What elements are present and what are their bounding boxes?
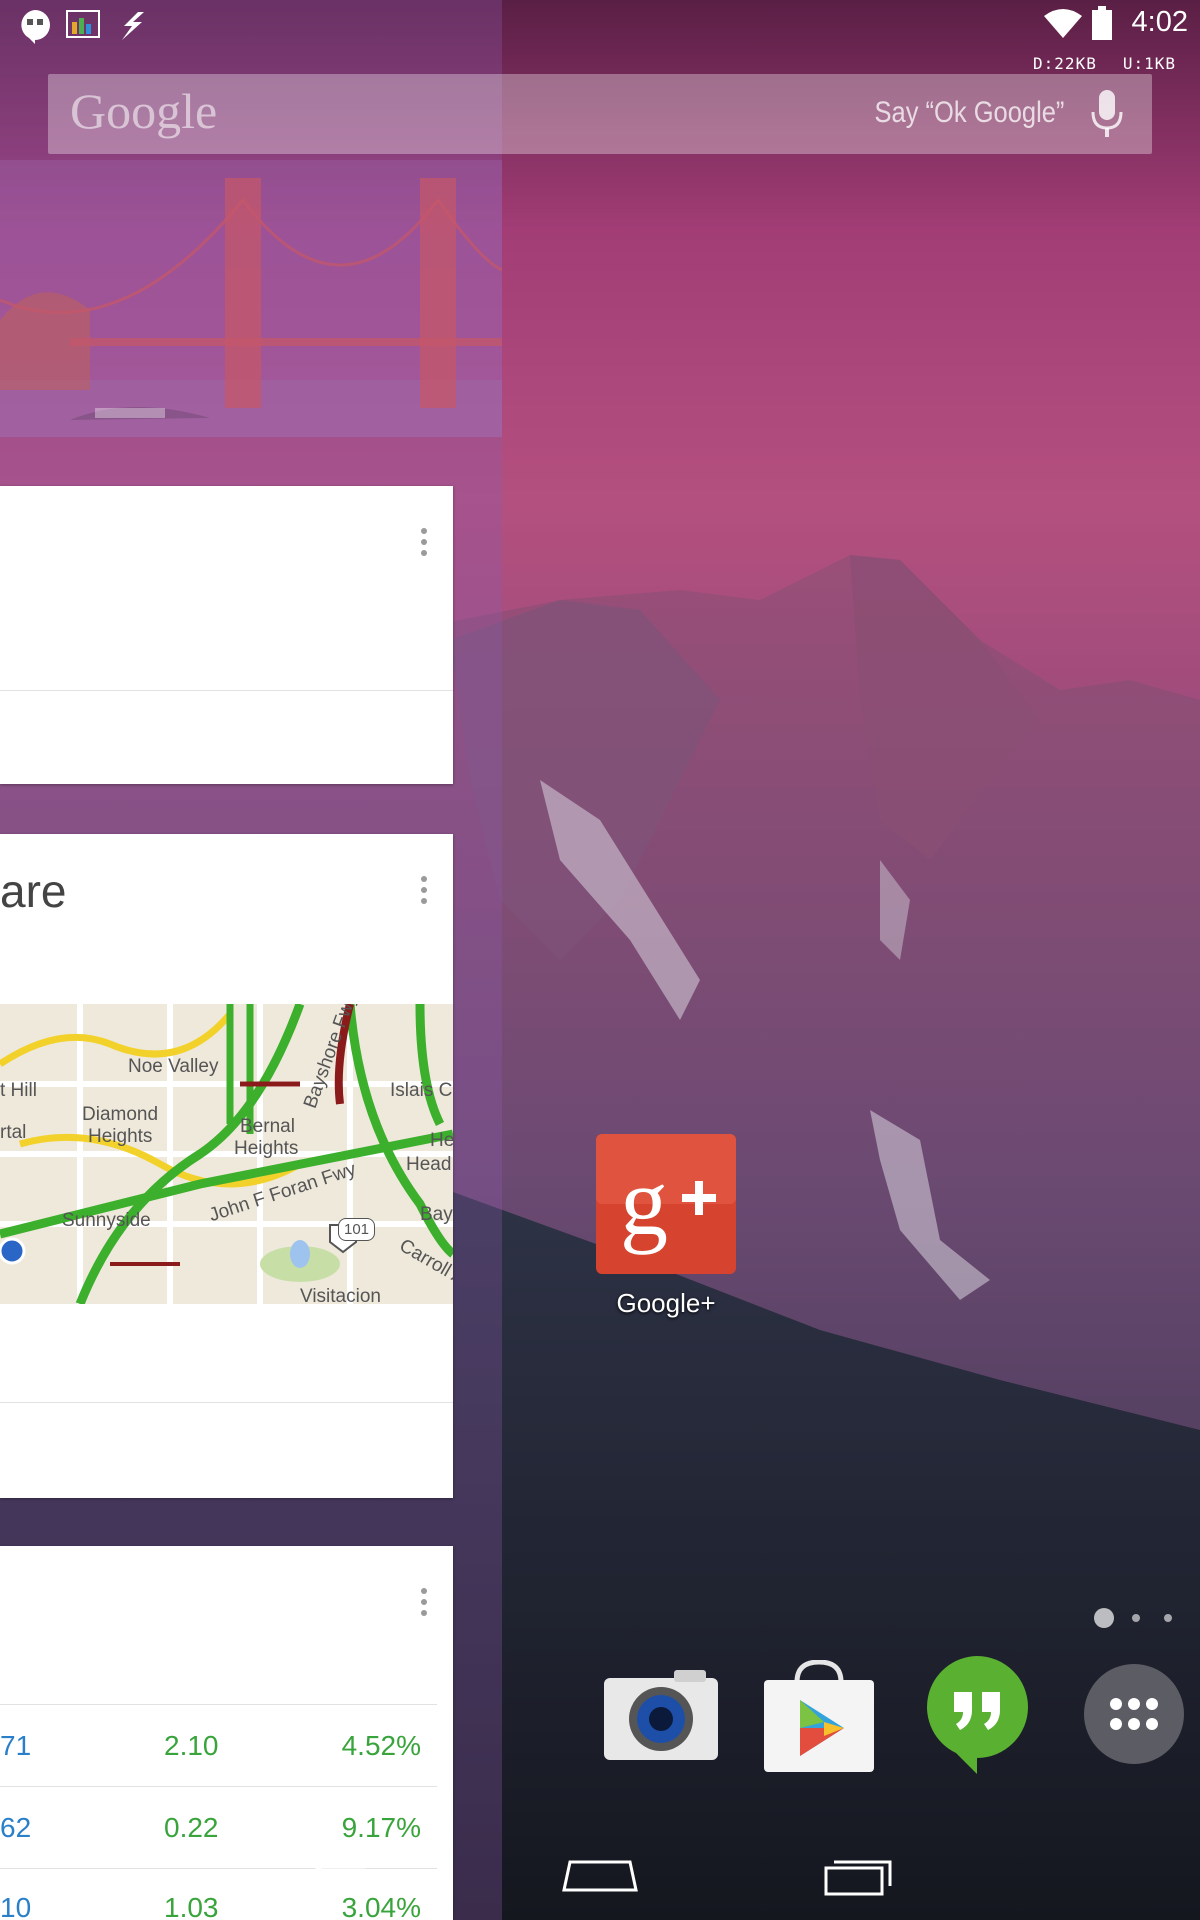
- map-label: 101: [338, 1218, 376, 1241]
- page-indicator: [1092, 1608, 1172, 1632]
- card-overflow-menu-icon[interactable]: [421, 1588, 427, 1621]
- card-divider: [0, 690, 453, 691]
- card-overflow-menu-icon[interactable]: [421, 528, 427, 561]
- microphone-icon[interactable]: [1090, 90, 1124, 142]
- map-label: Islais C: [390, 1080, 453, 1101]
- stock-change: 1.03: [164, 1892, 219, 1920]
- upload-speed: U:1KB: [1122, 54, 1176, 73]
- map-label: Head: [406, 1154, 452, 1175]
- back-button[interactable]: [310, 1856, 380, 1900]
- hangouts-icon[interactable]: [924, 1654, 1030, 1778]
- battery-icon: [1092, 6, 1112, 44]
- camera-icon[interactable]: [604, 1670, 718, 1764]
- stock-row[interactable]: 10 1.03 3.04%: [0, 1868, 453, 1920]
- map-label: t Hill: [0, 1080, 37, 1101]
- stock-price: 10: [0, 1892, 32, 1920]
- now-header-illustration: [0, 160, 502, 437]
- recent-apps-button[interactable]: [824, 1856, 894, 1900]
- wifi-icon: [1044, 8, 1082, 42]
- card-title: are: [0, 865, 67, 917]
- search-hint: Say “Ok Google”: [874, 96, 1064, 129]
- stock-row[interactable]: 71 2.10 4.52%: [0, 1706, 453, 1788]
- map-label: Heights: [234, 1138, 299, 1159]
- map-label: Bay: [420, 1204, 453, 1225]
- card-overflow-menu-icon[interactable]: [421, 876, 427, 909]
- stock-percent: 9.17%: [341, 1812, 421, 1843]
- stock-price: 71: [0, 1730, 32, 1761]
- map-label: Visitacion: [300, 1286, 381, 1304]
- taskmanager-icon: [66, 10, 100, 44]
- status-clock: 4:02: [1131, 6, 1188, 38]
- home-button[interactable]: [562, 1858, 638, 1896]
- status-bar[interactable]: 4:02: [0, 0, 1200, 50]
- svg-text:g: g: [620, 1148, 668, 1255]
- now-card-1[interactable]: [0, 486, 453, 784]
- map-label: Diamond: [82, 1104, 159, 1125]
- google-search-bar[interactable]: Google Say “Ok Google”: [48, 74, 1152, 154]
- traffic-map[interactable]: Noe Valley t Hill Diamond Heights rtal B…: [0, 1004, 453, 1304]
- card-divider: [0, 1704, 437, 1705]
- stock-price: 62: [0, 1812, 32, 1843]
- stock-percent: 4.52%: [341, 1730, 421, 1761]
- stock-row[interactable]: 62 0.22 9.17%: [0, 1788, 453, 1870]
- stock-change: 0.22: [164, 1812, 219, 1843]
- hangouts-icon: [18, 8, 52, 48]
- flash-icon: [116, 12, 146, 44]
- google-logo: Google: [70, 83, 218, 139]
- now-card-stocks[interactable]: 71 2.10 4.52% 62 0.22 9.17% 10 1.03 3.04…: [0, 1546, 453, 1920]
- map-label: He: [430, 1130, 453, 1151]
- card-divider: [0, 1786, 437, 1787]
- network-speed-indicator: D:22KB U:1KB: [1007, 54, 1176, 73]
- map-label: Bernal: [240, 1116, 295, 1137]
- card-divider: [0, 1402, 453, 1403]
- download-speed: D:22KB: [1033, 54, 1097, 73]
- google-plus-app-icon[interactable]: g: [596, 1134, 736, 1278]
- map-label: Heights: [88, 1126, 153, 1147]
- google-plus-label: Google+: [616, 1288, 716, 1318]
- map-label: rtal: [0, 1122, 27, 1143]
- map-label: Sunnyside: [62, 1210, 151, 1231]
- app-drawer-icon[interactable]: [1084, 1664, 1184, 1768]
- map-label: Noe Valley: [128, 1056, 219, 1077]
- stock-change: 2.10: [164, 1730, 219, 1761]
- play-store-icon[interactable]: [762, 1659, 876, 1778]
